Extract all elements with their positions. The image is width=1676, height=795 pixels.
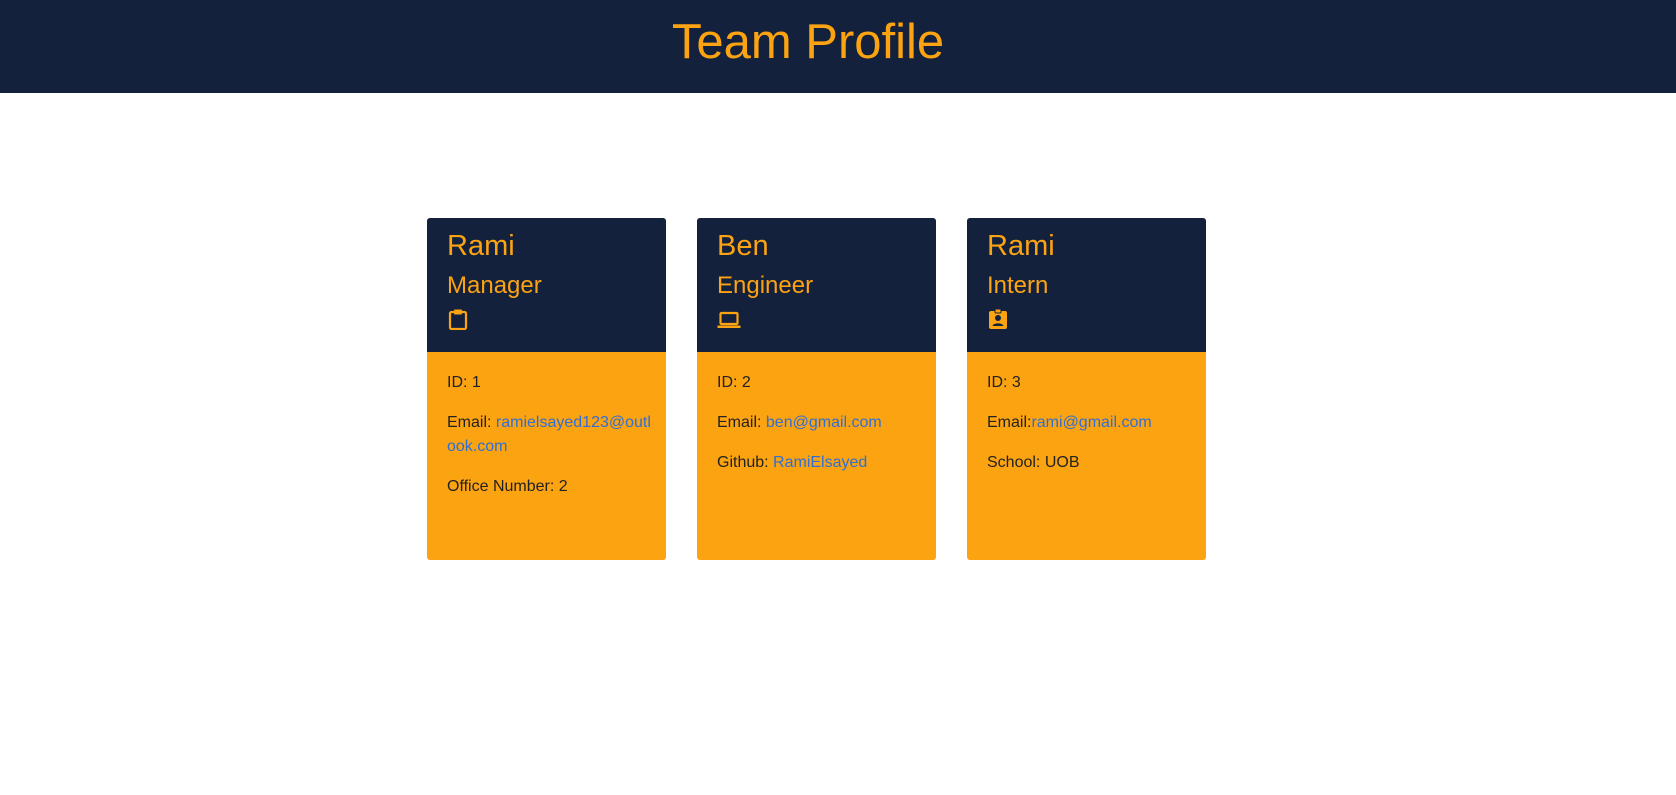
page-title: Team Profile bbox=[671, 15, 945, 69]
github-label: Github: bbox=[717, 454, 774, 471]
badge-icon bbox=[987, 308, 1009, 330]
employee-name: Rami bbox=[447, 230, 515, 262]
email-link[interactable]: rami@gmail.com bbox=[1031, 414, 1151, 431]
school: School: UOB bbox=[987, 454, 1080, 471]
employee-card-intern: Rami Intern ID: 3 Email:rami@gmail.com S… bbox=[967, 218, 1206, 560]
employee-role: Intern bbox=[987, 272, 1049, 299]
card-details: ID: 3 Email:rami@gmail.com School: UOB bbox=[987, 371, 1192, 491]
employee-id: ID: 2 bbox=[717, 374, 751, 391]
github-row: Github: RamiElsayed bbox=[717, 451, 922, 475]
card-header: Rami Manager bbox=[427, 218, 666, 352]
card-header: Ben Engineer bbox=[697, 218, 936, 352]
card-details: ID: 2 Email: ben@gmail.com Github: RamiE… bbox=[717, 371, 922, 491]
employee-email-row: Email: ramielsayed123@outlook.com bbox=[447, 411, 652, 459]
card-details: ID: 1 Email: ramielsayed123@outlook.com … bbox=[447, 371, 652, 515]
laptop-icon bbox=[717, 308, 741, 330]
card-header: Rami Intern bbox=[967, 218, 1206, 352]
clipboard-icon bbox=[447, 308, 469, 330]
email-link[interactable]: ben@gmail.com bbox=[766, 414, 882, 431]
email-label: Email: bbox=[447, 414, 492, 431]
github-link[interactable]: RamiElsayed bbox=[773, 454, 867, 471]
email-label: Email: bbox=[717, 414, 766, 431]
office-number: Office Number: 2 bbox=[447, 478, 568, 495]
employee-email-row: Email:rami@gmail.com bbox=[987, 411, 1192, 435]
employee-name: Rami bbox=[987, 230, 1055, 262]
employee-id: ID: 1 bbox=[447, 374, 481, 391]
employee-card-engineer: Ben Engineer ID: 2 Email: ben@gmail.com … bbox=[697, 218, 936, 560]
employee-role: Manager bbox=[447, 272, 542, 299]
employee-email-row: Email: ben@gmail.com bbox=[717, 411, 922, 435]
employee-card-manager: Rami Manager ID: 1 Email: ramielsayed123… bbox=[427, 218, 666, 560]
employee-name: Ben bbox=[717, 230, 769, 262]
employee-id: ID: 3 bbox=[987, 374, 1021, 391]
page-header: Team Profile bbox=[0, 0, 1676, 93]
email-label: Email: bbox=[987, 414, 1032, 431]
employee-role: Engineer bbox=[717, 272, 814, 299]
